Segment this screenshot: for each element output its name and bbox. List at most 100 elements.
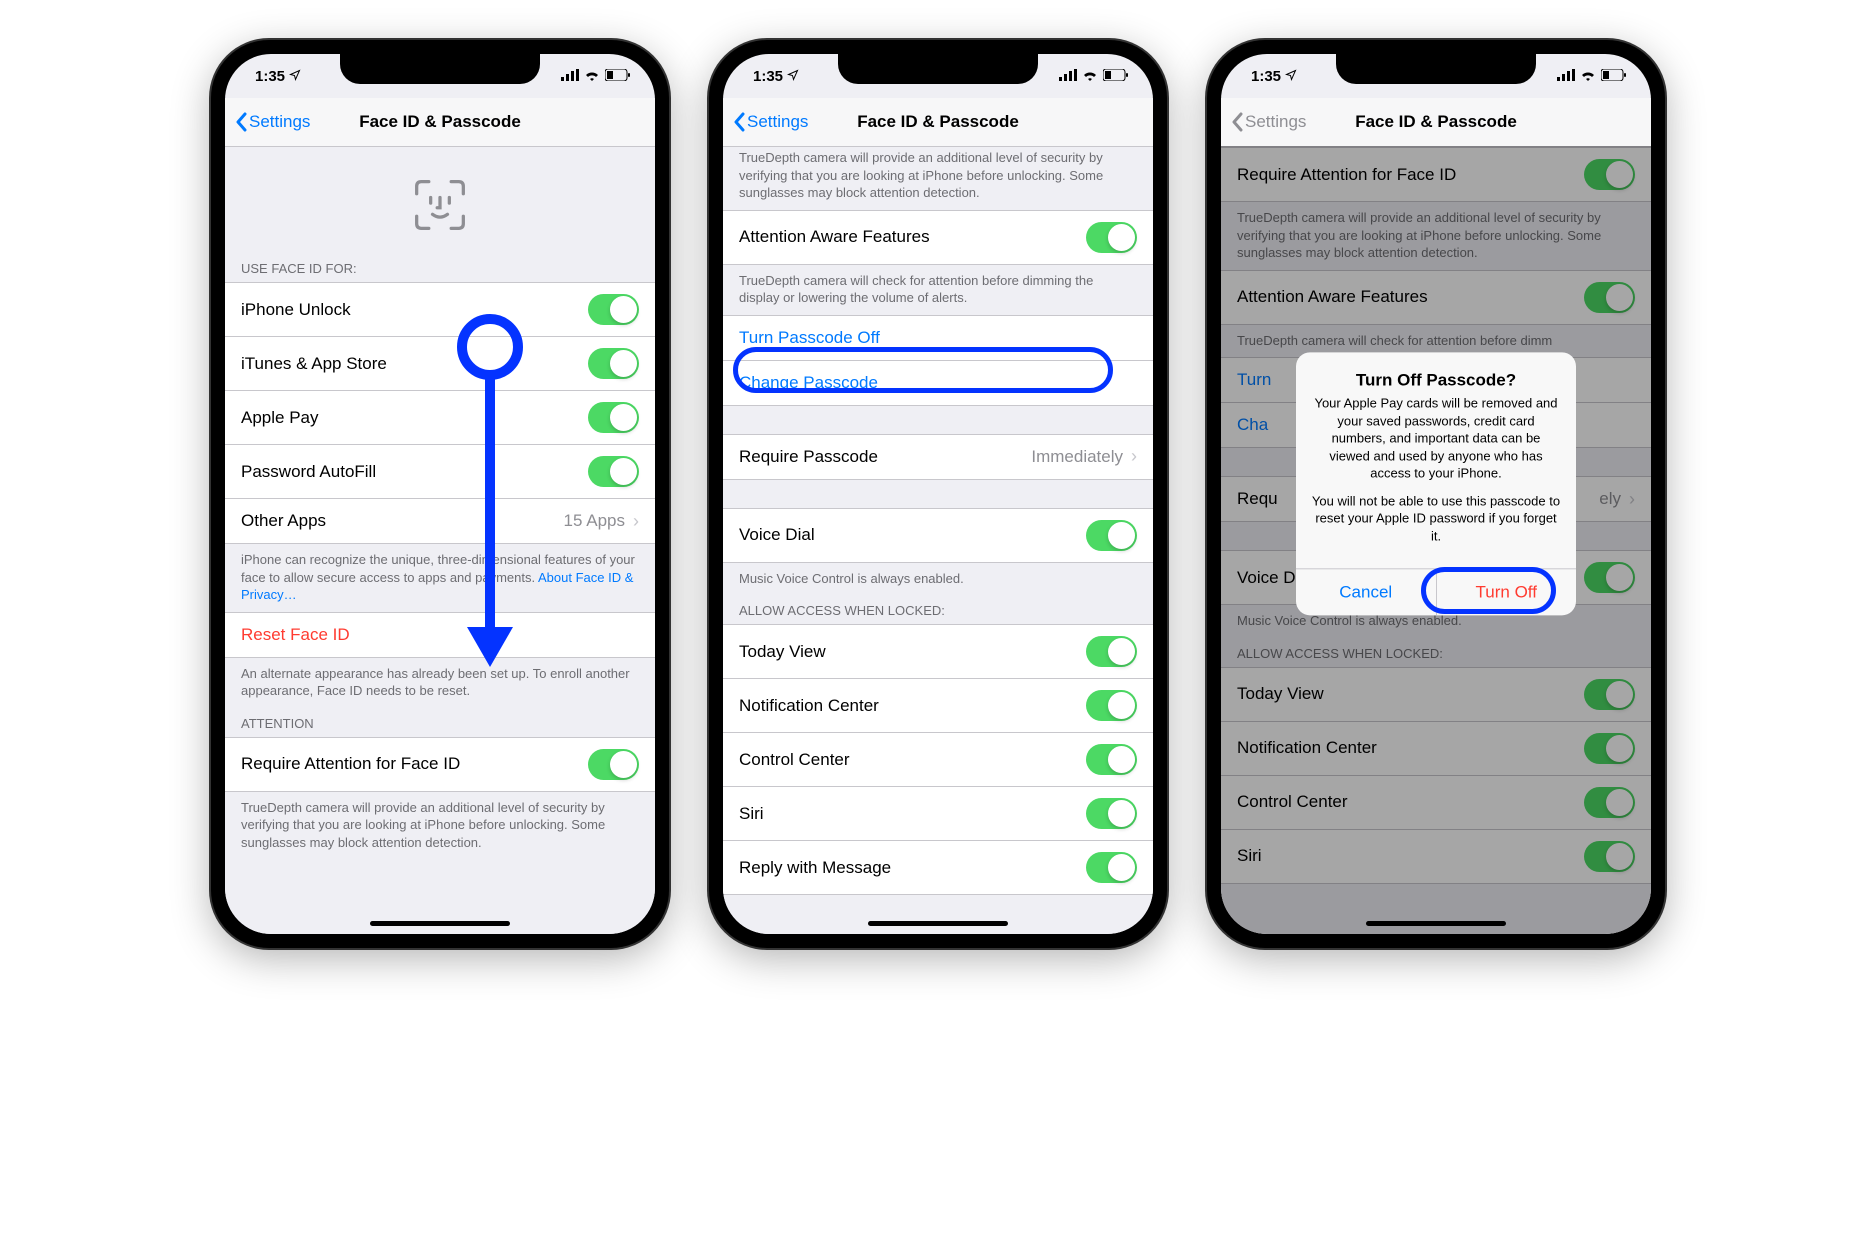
chevron-left-icon xyxy=(733,112,745,132)
switch-on[interactable] xyxy=(588,749,639,780)
row-siri[interactable]: Siri xyxy=(723,786,1153,840)
phone-mockup-3: 1:35 Settings Face ID & Passcode Require… xyxy=(1207,40,1665,948)
switch-on[interactable] xyxy=(1086,852,1137,883)
row-other-apps[interactable]: Other Apps 15 Apps › xyxy=(225,498,655,544)
switch-on[interactable] xyxy=(1086,690,1137,721)
switch-on[interactable] xyxy=(1086,744,1137,775)
status-time: 1:35 xyxy=(1251,68,1281,85)
row-require-attention[interactable]: Require Attention for Face ID xyxy=(225,737,655,792)
row-label: Today View xyxy=(739,642,826,662)
row-change-passcode[interactable]: Change Passcode xyxy=(723,360,1153,406)
switch-on[interactable] xyxy=(588,294,639,325)
chevron-right-icon: › xyxy=(633,511,639,532)
row-label: Require Passcode xyxy=(739,447,878,467)
row-require-passcode[interactable]: Require Passcode Immediately › xyxy=(723,434,1153,480)
alert-turn-off-passcode: Turn Off Passcode? Your Apple Pay cards … xyxy=(1296,352,1576,615)
row-label: Voice Dial xyxy=(739,525,815,545)
row-today-view[interactable]: Today View xyxy=(723,624,1153,678)
signal-icon xyxy=(1059,68,1077,85)
switch-on[interactable] xyxy=(588,348,639,379)
switch-on[interactable] xyxy=(1086,222,1137,253)
alert-turn-off-button[interactable]: Turn Off xyxy=(1437,570,1577,616)
row-iphone-unlock[interactable]: iPhone Unlock xyxy=(225,282,655,336)
footer-voice: Music Voice Control is always enabled. xyxy=(723,563,1153,596)
back-button[interactable]: Settings xyxy=(733,112,808,132)
row-password-autofill[interactable]: Password AutoFill xyxy=(225,444,655,498)
switch-on[interactable] xyxy=(588,456,639,487)
row-label: Attention Aware Features xyxy=(739,227,930,247)
row-notification-center[interactable]: Notification Center xyxy=(723,678,1153,732)
switch-on[interactable] xyxy=(1086,636,1137,667)
back-button-disabled: Settings xyxy=(1231,112,1306,132)
reset-label: Reset Face ID xyxy=(241,625,350,645)
location-icon xyxy=(289,68,301,85)
location-icon xyxy=(1285,68,1297,85)
footer-faceid-privacy: iPhone can recognize the unique, three-d… xyxy=(225,544,655,612)
home-indicator[interactable] xyxy=(868,921,1008,926)
row-label: iPhone Unlock xyxy=(241,300,351,320)
back-label: Settings xyxy=(747,112,808,132)
notch xyxy=(1336,54,1536,84)
location-icon xyxy=(787,68,799,85)
row-label: Require Attention for Face ID xyxy=(241,754,460,774)
footer-reset: An alternate appearance has already been… xyxy=(225,658,655,708)
row-label: Change Passcode xyxy=(739,373,878,393)
alert-message-1: Your Apple Pay cards will be removed and… xyxy=(1310,394,1562,482)
row-attention-aware[interactable]: Attention Aware Features xyxy=(723,210,1153,265)
row-label: Password AutoFill xyxy=(241,462,376,482)
row-voice-dial[interactable]: Voice Dial xyxy=(723,508,1153,563)
battery-icon xyxy=(1103,68,1129,85)
nav-bar: Settings Face ID & Passcode xyxy=(225,98,655,147)
chevron-right-icon: › xyxy=(1131,446,1137,467)
alert-title: Turn Off Passcode? xyxy=(1310,370,1562,390)
row-label: Notification Center xyxy=(739,696,879,716)
section-header-attention: ATTENTION xyxy=(225,708,655,737)
switch-on[interactable] xyxy=(1086,798,1137,829)
row-label: Apple Pay xyxy=(241,408,319,428)
chevron-left-icon xyxy=(235,112,247,132)
home-indicator[interactable] xyxy=(370,921,510,926)
row-label: Reply with Message xyxy=(739,858,891,878)
switch-on[interactable] xyxy=(588,402,639,433)
notch xyxy=(340,54,540,84)
battery-icon xyxy=(1601,68,1627,85)
row-control-center[interactable]: Control Center xyxy=(723,732,1153,786)
section-header-use-faceid: USE FACE ID FOR: xyxy=(225,253,655,282)
row-label: iTunes & App Store xyxy=(241,354,387,374)
nav-bar: Settings Face ID & Passcode xyxy=(1221,98,1651,147)
row-apple-pay[interactable]: Apple Pay xyxy=(225,390,655,444)
phone-mockup-2: 1:35 Settings Face ID & Passcode TrueDep… xyxy=(709,40,1167,948)
back-label: Settings xyxy=(249,112,310,132)
back-button[interactable]: Settings xyxy=(235,112,310,132)
content-scroll[interactable]: USE FACE ID FOR: iPhone Unlock iTunes & … xyxy=(225,147,655,934)
row-detail: Immediately xyxy=(1031,447,1123,467)
row-label: Siri xyxy=(739,804,764,824)
row-reply-message[interactable]: Reply with Message xyxy=(723,840,1153,895)
row-detail: 15 Apps xyxy=(564,511,625,531)
nav-bar: Settings Face ID & Passcode xyxy=(723,98,1153,147)
status-time: 1:35 xyxy=(255,68,285,85)
row-turn-passcode-off[interactable]: Turn Passcode Off xyxy=(723,315,1153,360)
signal-icon xyxy=(1557,68,1575,85)
notch xyxy=(838,54,1038,84)
signal-icon xyxy=(561,68,579,85)
switch-on[interactable] xyxy=(1086,520,1137,551)
section-header-allow-locked: ALLOW ACCESS WHEN LOCKED: xyxy=(723,595,1153,624)
wifi-icon xyxy=(584,68,600,85)
footer-truncated-top: TrueDepth camera will provide an additio… xyxy=(723,147,1153,210)
row-itunes-appstore[interactable]: iTunes & App Store xyxy=(225,336,655,390)
alert-message-2: You will not be able to use this passcod… xyxy=(1310,492,1562,545)
phone-mockup-1: 1:35 Settings Face ID & Passcode xyxy=(211,40,669,948)
row-reset-faceid[interactable]: Reset Face ID xyxy=(225,612,655,658)
alert-cancel-button[interactable]: Cancel xyxy=(1296,570,1437,616)
battery-icon xyxy=(605,68,631,85)
footer-attention: TrueDepth camera will provide an additio… xyxy=(225,792,655,860)
footer-aaf: TrueDepth camera will check for attentio… xyxy=(723,265,1153,315)
wifi-icon xyxy=(1082,68,1098,85)
home-indicator[interactable] xyxy=(1366,921,1506,926)
faceid-icon xyxy=(225,147,655,253)
wifi-icon xyxy=(1580,68,1596,85)
chevron-left-icon xyxy=(1231,112,1243,132)
row-label: Turn Passcode Off xyxy=(739,328,880,348)
content-scroll[interactable]: TrueDepth camera will provide an additio… xyxy=(723,147,1153,934)
